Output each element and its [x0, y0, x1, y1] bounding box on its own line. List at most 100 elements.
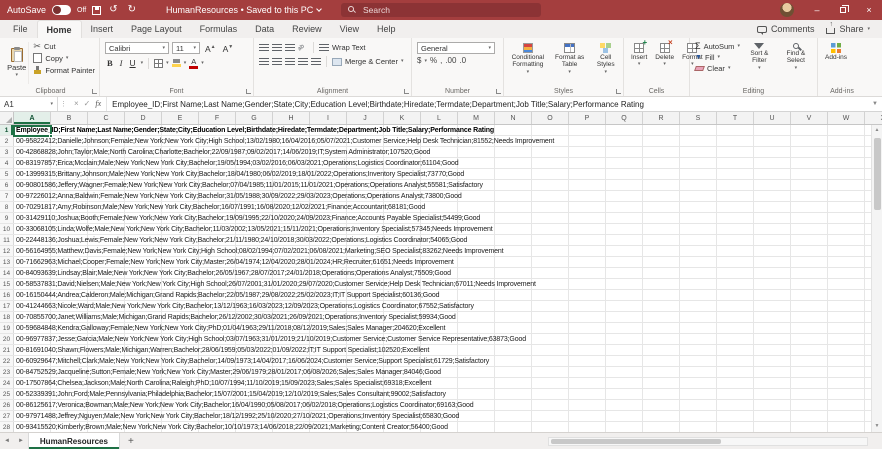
- increase-indent-icon[interactable]: [311, 57, 321, 66]
- avatar[interactable]: [780, 3, 794, 17]
- row-header-10[interactable]: 10: [0, 224, 14, 234]
- cell-text[interactable]: 00-86125617;Veronica;Bowman;Male;New Yor…: [14, 400, 882, 410]
- cell-text[interactable]: 00-93415520;Kimberly;Brown;Male;New York…: [14, 422, 882, 432]
- paste-button[interactable]: Paste ▾: [7, 42, 30, 84]
- column-header-C[interactable]: C: [88, 112, 125, 124]
- cell-text[interactable]: 00-70855700;Janet;Williams;Male;Michigan…: [14, 312, 882, 322]
- clipboard-dialog-launcher-icon[interactable]: [92, 89, 97, 94]
- tab-page-layout[interactable]: Page Layout: [122, 20, 191, 38]
- cell-text[interactable]: 00-70291817;Amy;Robinson;Male;New York;N…: [14, 202, 882, 212]
- increase-decimal-icon[interactable]: .00: [445, 57, 456, 65]
- cancel-icon[interactable]: ×: [74, 100, 79, 108]
- orientation-icon[interactable]: [298, 43, 308, 52]
- sheet-tab-humanresources[interactable]: HumanResources: [27, 433, 120, 449]
- format-as-table-button[interactable]: Format as Table ▾: [551, 42, 589, 84]
- copy-button[interactable]: Copy ▾: [33, 52, 95, 63]
- formula-bar-expand-icon[interactable]: ▼: [868, 97, 882, 111]
- fill-button[interactable]: ▼ Fill ▾: [695, 53, 740, 62]
- cell-text[interactable]: 00-42868828;John;Taylor;Male;North Carol…: [14, 147, 882, 157]
- alignment-dialog-launcher-icon[interactable]: [404, 89, 409, 94]
- increase-font-size-button[interactable]: A▲: [203, 42, 218, 55]
- row-header-23[interactable]: 23: [0, 367, 14, 377]
- row-header-18[interactable]: 18: [0, 312, 14, 322]
- search-input[interactable]: [341, 3, 541, 17]
- row-header-26[interactable]: 26: [0, 400, 14, 410]
- column-header-E[interactable]: E: [162, 112, 199, 124]
- find-select-button[interactable]: Find & Select ▾: [779, 42, 813, 84]
- fill-color-button[interactable]: [171, 59, 181, 68]
- close-button[interactable]: ×: [856, 0, 882, 20]
- cell-text[interactable]: 00-13999315;Brittany;Johnson;Male;New Yo…: [14, 169, 882, 179]
- font-dialog-launcher-icon[interactable]: [246, 89, 251, 94]
- format-painter-button[interactable]: Format Painter: [33, 66, 95, 75]
- column-header-T[interactable]: T: [717, 112, 754, 124]
- align-right-icon[interactable]: [285, 57, 295, 66]
- decrease-font-size-button[interactable]: A▼: [221, 42, 236, 55]
- column-header-H[interactable]: H: [273, 112, 310, 124]
- row-header-15[interactable]: 15: [0, 279, 14, 289]
- row-header-14[interactable]: 14: [0, 268, 14, 278]
- row-header-21[interactable]: 21: [0, 345, 14, 355]
- row-header-19[interactable]: 19: [0, 323, 14, 333]
- tab-file[interactable]: File: [4, 20, 37, 38]
- new-sheet-button[interactable]: +: [120, 433, 142, 449]
- horizontal-scrollbar[interactable]: [548, 437, 868, 446]
- row-header-2[interactable]: 2: [0, 136, 14, 146]
- tab-insert[interactable]: Insert: [82, 20, 123, 38]
- row-header-8[interactable]: 8: [0, 202, 14, 212]
- sheet-nav-next-icon[interactable]: ►: [14, 433, 28, 449]
- row-header-11[interactable]: 11: [0, 235, 14, 245]
- cell-text[interactable]: 00-96977837;Jesse;Garcia;Male;New York;N…: [14, 334, 882, 344]
- align-top-icon[interactable]: [259, 43, 269, 52]
- column-header-B[interactable]: B: [51, 112, 88, 124]
- row-header-27[interactable]: 27: [0, 411, 14, 421]
- cell-text[interactable]: 00-58537831;David;Nielsen;Male;New York;…: [14, 279, 882, 289]
- insert-function-icon[interactable]: fx: [95, 100, 101, 108]
- column-header-M[interactable]: M: [458, 112, 495, 124]
- accounting-format-icon[interactable]: $: [417, 57, 421, 65]
- cell-text[interactable]: 00-33068105;Linda;Wolfe;Male;New York;Ne…: [14, 224, 882, 234]
- column-header-A[interactable]: A: [14, 112, 51, 124]
- italic-button[interactable]: I: [118, 58, 125, 69]
- row-header-5[interactable]: 5: [0, 169, 14, 179]
- column-header-R[interactable]: R: [643, 112, 680, 124]
- tab-formulas[interactable]: Formulas: [191, 20, 247, 38]
- row-header-4[interactable]: 4: [0, 158, 14, 168]
- align-left-icon[interactable]: [259, 57, 269, 66]
- add-ins-button[interactable]: Add-ins: [823, 42, 849, 84]
- cell-text[interactable]: 00-90801586;Jeffery;Wagner;Female;New Yo…: [14, 180, 882, 190]
- autosave-toggle[interactable]: [52, 5, 72, 15]
- column-header-X[interactable]: X: [865, 112, 882, 124]
- comments-button[interactable]: Comments: [756, 24, 814, 35]
- column-header-V[interactable]: V: [791, 112, 828, 124]
- cell-text[interactable]: 00-56164955;Matthew;Davis;Female;New Yor…: [14, 246, 882, 256]
- minimize-button[interactable]: –: [804, 0, 830, 20]
- autosum-button[interactable]: Σ AutoSum ▾: [695, 42, 740, 52]
- cell-text[interactable]: 00-95822412;Danielle;Johnson;Female;New …: [14, 136, 882, 146]
- cell-text[interactable]: 00-81691040;Shawn;Flowers;Male;Michigan;…: [14, 345, 882, 355]
- styles-dialog-launcher-icon[interactable]: [616, 89, 621, 94]
- row-header-3[interactable]: 3: [0, 147, 14, 157]
- column-header-G[interactable]: G: [236, 112, 273, 124]
- cell-text[interactable]: 00-41244663;Nicole;Ward;Male;New York;Ne…: [14, 301, 882, 311]
- cell-styles-button[interactable]: Cell Styles ▾: [592, 42, 619, 84]
- align-middle-icon[interactable]: [272, 43, 282, 52]
- cell-text[interactable]: 00-83197857;Erica;Mcclain;Male;New York;…: [14, 158, 882, 168]
- cell-text[interactable]: Employee_ID;First Name;Last Name;Gender;…: [14, 125, 882, 135]
- align-center-icon[interactable]: [272, 57, 282, 66]
- column-header-U[interactable]: U: [754, 112, 791, 124]
- decrease-decimal-icon[interactable]: .0: [459, 57, 466, 65]
- column-header-J[interactable]: J: [347, 112, 384, 124]
- vertical-scrollbar-thumb[interactable]: [874, 138, 881, 210]
- column-header-F[interactable]: F: [199, 112, 236, 124]
- decrease-indent-icon[interactable]: [298, 57, 308, 66]
- cell-text[interactable]: 00-59684848;Kendra;Galloway;Female;New Y…: [14, 323, 882, 333]
- formula-input[interactable]: Employee_ID;First Name;Last Name;Gender;…: [107, 97, 868, 111]
- horizontal-scrollbar-thumb[interactable]: [551, 439, 721, 444]
- percent-style-icon[interactable]: %: [430, 57, 437, 65]
- insert-cells-button[interactable]: Insert ▾: [629, 38, 649, 84]
- undo-button[interactable]: ↺: [107, 5, 119, 15]
- column-header-W[interactable]: W: [828, 112, 865, 124]
- wrap-text-button[interactable]: Wrap Text: [332, 43, 366, 52]
- row-header-6[interactable]: 6: [0, 180, 14, 190]
